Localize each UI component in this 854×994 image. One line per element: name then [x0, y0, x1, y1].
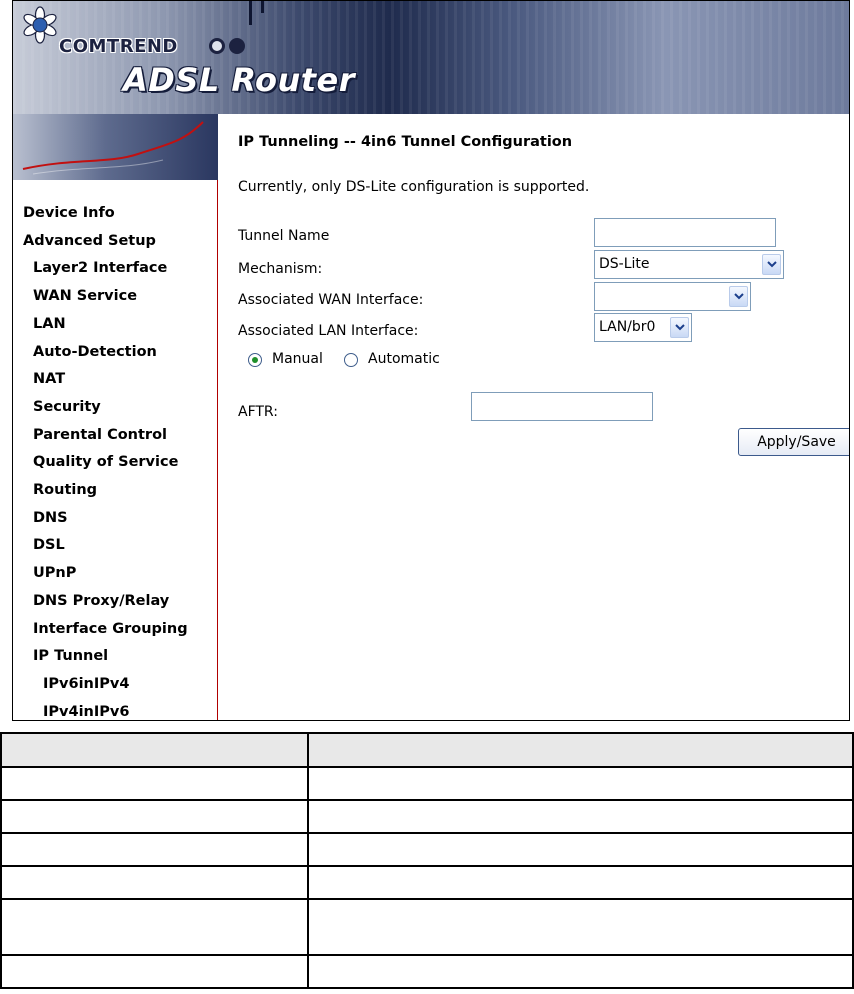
- field-description-table: [0, 732, 854, 989]
- main-panel: IP Tunneling -- 4in6 Tunnel Configuratio…: [218, 114, 849, 720]
- lan-interface-select[interactable]: LAN/br0: [594, 313, 692, 342]
- apply-save-button[interactable]: Apply/Save: [738, 428, 849, 456]
- sidebar-item-layer2-interface[interactable]: Layer2 Interface: [33, 260, 167, 276]
- chevron-down-icon[interactable]: [670, 317, 689, 338]
- sidebar-item-parental-control[interactable]: Parental Control: [33, 427, 167, 443]
- table-row: [0, 898, 854, 956]
- sidebar-item-advanced-setup[interactable]: Advanced Setup: [23, 233, 156, 249]
- sidebar-item-routing[interactable]: Routing: [33, 482, 97, 498]
- sidebar-item-wan-service[interactable]: WAN Service: [33, 288, 137, 304]
- table-cell: [0, 898, 309, 956]
- manual-radio[interactable]: [248, 353, 262, 367]
- table-row: [0, 832, 854, 867]
- table-cell: [307, 898, 854, 956]
- table-row: [0, 865, 854, 900]
- table-cell: [0, 766, 309, 801]
- banner-tower: [261, 1, 264, 13]
- brand-dots: [209, 38, 249, 58]
- wan-interface-label: Associated WAN Interface:: [238, 292, 424, 308]
- sidebar-artwork: [13, 114, 218, 180]
- automatic-radio-label[interactable]: Automatic: [368, 351, 440, 367]
- sidebar-item-upnp[interactable]: UPnP: [33, 565, 76, 581]
- mechanism-label: Mechanism:: [238, 261, 323, 277]
- table-cell: [0, 832, 309, 867]
- red-wave-icon: [22, 121, 204, 175]
- sidebar-item-security[interactable]: Security: [33, 399, 101, 415]
- sidebar-item-lan[interactable]: LAN: [33, 316, 66, 332]
- table-cell: [307, 865, 854, 900]
- page-title: IP Tunneling -- 4in6 Tunnel Configuratio…: [238, 134, 573, 150]
- table-row: [0, 954, 854, 989]
- table-row: [0, 766, 854, 801]
- table-cell: [0, 865, 309, 900]
- table-header-row: [0, 732, 854, 768]
- sidebar-item-ip-tunnel[interactable]: IP Tunnel: [33, 648, 108, 664]
- aftr-input[interactable]: [471, 392, 653, 421]
- table-header-cell: [307, 732, 854, 768]
- sidebar-item-auto-detection[interactable]: Auto-Detection: [33, 344, 157, 360]
- automatic-radio[interactable]: [344, 353, 358, 367]
- router-screenshot: COMTREND ADSL Router Device Info Advanced…: [12, 0, 850, 721]
- chevron-down-icon[interactable]: [729, 286, 748, 307]
- wan-interface-select[interactable]: [594, 282, 751, 311]
- lan-interface-value: LAN/br0: [599, 319, 656, 335]
- logo-flower-icon: [23, 6, 57, 44]
- table-cell: [307, 832, 854, 867]
- tunnel-name-input[interactable]: [594, 218, 776, 247]
- page-note: Currently, only DS-Lite configuration is…: [238, 179, 590, 195]
- table-cell: [307, 766, 854, 801]
- table-cell: [0, 799, 309, 834]
- header-banner: COMTREND ADSL Router: [13, 1, 849, 114]
- table-row: [0, 799, 854, 834]
- sidebar-item-quality-of-service[interactable]: Quality of Service: [33, 454, 178, 470]
- chevron-down-icon[interactable]: [762, 254, 781, 275]
- sidebar-item-ipv6inipv4[interactable]: IPv6inIPv4: [43, 676, 129, 692]
- table-cell: [0, 954, 309, 989]
- lan-interface-label: Associated LAN Interface:: [238, 323, 419, 339]
- table-cell: [307, 954, 854, 989]
- product-title: ADSL Router: [123, 61, 355, 99]
- table-header-cell: [0, 732, 309, 768]
- sidebar-item-device-info[interactable]: Device Info: [23, 205, 115, 221]
- sidebar-item-interface-grouping[interactable]: Interface Grouping: [33, 621, 188, 637]
- table-cell: [307, 799, 854, 834]
- sidebar-item-dns-proxy-relay[interactable]: DNS Proxy/Relay: [33, 593, 169, 609]
- tunnel-name-label: Tunnel Name: [238, 228, 330, 244]
- brand-logo-text: COMTREND: [59, 36, 178, 57]
- manual-radio-label[interactable]: Manual: [272, 351, 323, 367]
- mechanism-select[interactable]: DS-Lite: [594, 250, 784, 279]
- sidebar-item-ipv4inipv6[interactable]: IPv4inIPv6: [43, 704, 129, 720]
- banner-tower: [249, 1, 252, 25]
- sidebar-item-dsl[interactable]: DSL: [33, 537, 65, 553]
- sidebar-nav: Device Info Advanced Setup Layer2 Interfac…: [13, 180, 218, 720]
- sidebar-item-nat[interactable]: NAT: [33, 371, 65, 387]
- sidebar-item-dns[interactable]: DNS: [33, 510, 68, 526]
- aftr-label: AFTR:: [238, 404, 278, 420]
- mechanism-value: DS-Lite: [599, 256, 650, 272]
